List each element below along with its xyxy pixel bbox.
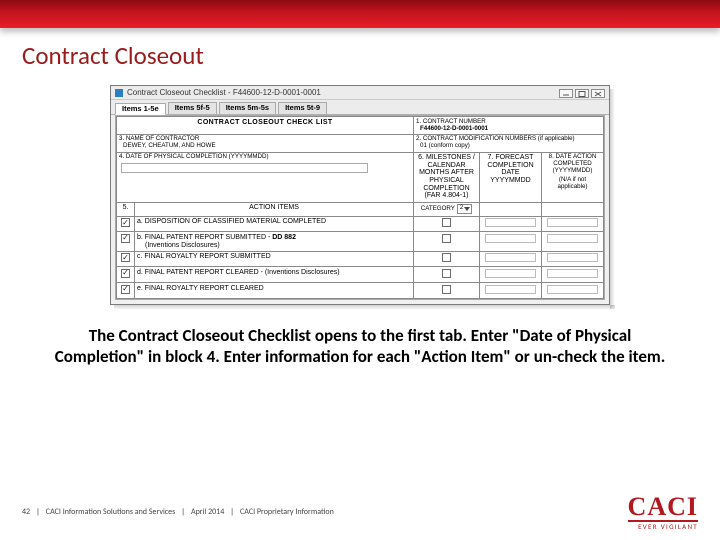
block2-value: 01 (conform copy) bbox=[416, 143, 601, 150]
row-e-label: e. FINAL ROYALTY REPORT CLEARED bbox=[135, 283, 414, 299]
form-body: CONTRACT CLOSEOUT CHECK LIST 1. CONTRACT… bbox=[115, 115, 605, 300]
app-window: Contract Closeout Checklist - F44600-12-… bbox=[110, 85, 610, 305]
category-label: CATEGORY bbox=[421, 206, 455, 213]
completed-input-e[interactable] bbox=[547, 285, 597, 294]
completed-input-a[interactable] bbox=[547, 218, 597, 227]
tab-items-1-5e[interactable]: Items 1-5e bbox=[115, 103, 166, 115]
forecast-input-a[interactable] bbox=[485, 218, 535, 227]
row-d-label: d. FINAL PATENT REPORT CLEARED - (Invent… bbox=[135, 267, 414, 283]
forecast-input-b[interactable] bbox=[485, 234, 535, 243]
check-row-a[interactable] bbox=[121, 218, 130, 227]
check-row-b[interactable] bbox=[121, 234, 130, 243]
slide-caption: The Contract Closeout Checklist opens to… bbox=[0, 305, 720, 368]
completed-input-d[interactable] bbox=[547, 269, 597, 278]
block4-label: 4. DATE OF PHYSICAL COMPLETION (YYYYMMDD… bbox=[119, 154, 411, 161]
completed-input-b[interactable] bbox=[547, 234, 597, 243]
footer-unit: CACI Information Solutions and Services bbox=[46, 507, 175, 517]
milestone-check-d[interactable] bbox=[442, 269, 451, 278]
caci-logo: CACI EVER VIGILANT bbox=[628, 494, 698, 530]
form-title: CONTRACT CLOSEOUT CHECK LIST bbox=[117, 117, 414, 135]
footer-classification: CACI Proprietary Information bbox=[240, 507, 334, 517]
slide-top-banner bbox=[0, 0, 720, 28]
minimize-button[interactable] bbox=[559, 89, 573, 98]
block1-value: F44600-12-D-0001-0001 bbox=[416, 126, 601, 133]
slide-title: Contract Closeout bbox=[0, 28, 720, 81]
row-c-label: c. FINAL ROYALTY REPORT SUBMITTED bbox=[135, 251, 414, 267]
row-b-label: b. FINAL PATENT REPORT SUBMITTED - DD 88… bbox=[135, 232, 414, 251]
tabs-row: Items 1-5e Items 5f-5 Items 5m-5s Items … bbox=[111, 100, 609, 115]
close-button[interactable] bbox=[591, 89, 605, 98]
titlebar: Contract Closeout Checklist - F44600-12-… bbox=[111, 86, 609, 100]
col6-header: 6. MILESTONES / CALENDAR MONTHS AFTER PH… bbox=[414, 152, 480, 202]
physical-completion-date-input[interactable] bbox=[121, 163, 368, 173]
tab-items-5m-5s[interactable]: Items 5m-5s bbox=[219, 102, 276, 114]
maximize-button[interactable] bbox=[575, 89, 589, 98]
forecast-input-d[interactable] bbox=[485, 269, 535, 278]
screenshot-container: Contract Closeout Checklist - F44600-12-… bbox=[110, 85, 610, 305]
window-title: Contract Closeout Checklist - F44600-12-… bbox=[127, 89, 321, 98]
row-a-label: a. DISPOSITION OF CLASSIFIED MATERIAL CO… bbox=[135, 216, 414, 232]
tab-items-5t-9[interactable]: Items 5t-9 bbox=[278, 102, 327, 114]
slide-footer: 42 | CACI Information Solutions and Serv… bbox=[0, 494, 720, 530]
app-icon bbox=[115, 89, 123, 97]
forecast-input-c[interactable] bbox=[485, 253, 535, 262]
category-select[interactable]: 2 bbox=[457, 204, 472, 214]
screenshot-shadow-bottom bbox=[114, 305, 615, 310]
col8-header: 8. DATE ACTION COMPLETED (YYYYMMDD) bbox=[544, 154, 601, 174]
completed-input-c[interactable] bbox=[547, 253, 597, 262]
screenshot-shadow-right bbox=[610, 89, 615, 309]
milestone-check-b[interactable] bbox=[442, 234, 451, 243]
forecast-input-e[interactable] bbox=[485, 285, 535, 294]
check-row-c[interactable] bbox=[121, 253, 130, 262]
check-row-d[interactable] bbox=[121, 269, 130, 278]
milestone-check-e[interactable] bbox=[442, 285, 451, 294]
page-number: 42 bbox=[22, 507, 30, 517]
check-row-e[interactable] bbox=[121, 285, 130, 294]
action-items-header: ACTION ITEMS bbox=[135, 202, 414, 216]
col7-header: 7. FORECAST COMPLETION DATE YYYYMMDD bbox=[480, 152, 542, 202]
block5-label: 5. bbox=[117, 202, 135, 216]
tab-items-5f-5[interactable]: Items 5f-5 bbox=[168, 102, 217, 114]
milestone-check-a[interactable] bbox=[442, 218, 451, 227]
milestone-check-c[interactable] bbox=[442, 253, 451, 262]
block3-value: DEWEY, CHEATUM, AND HOWE bbox=[119, 143, 411, 150]
col8-sub: (N/A if not applicable) bbox=[544, 177, 601, 191]
footer-date: April 2014 bbox=[191, 507, 224, 517]
